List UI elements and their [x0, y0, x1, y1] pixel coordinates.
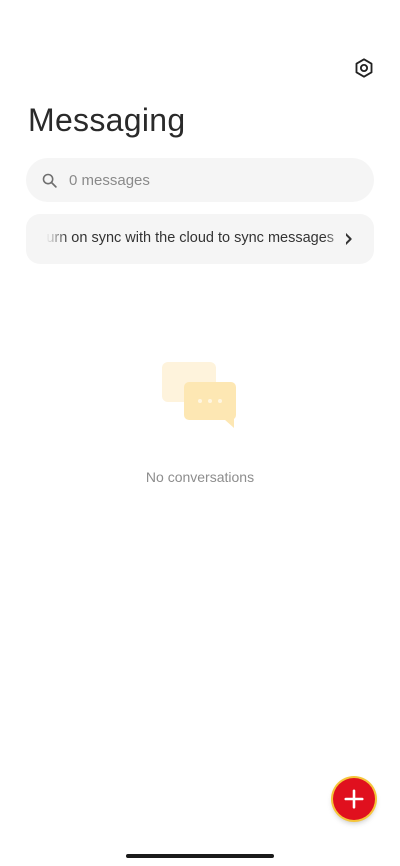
empty-state-text: No conversations — [145, 469, 255, 485]
home-indicator[interactable] — [126, 854, 274, 858]
sync-text-container: Turn on sync with the cloud to sync mess… — [46, 214, 346, 264]
plus-icon — [344, 789, 364, 809]
new-conversation-button[interactable] — [333, 778, 375, 820]
sync-banner-text: Turn on sync with the cloud to sync mess… — [46, 230, 335, 246]
settings-button[interactable] — [350, 54, 378, 82]
page-title: Messaging — [28, 102, 186, 138]
search-icon — [41, 171, 59, 189]
gear-icon — [355, 58, 373, 78]
search-input[interactable] — [69, 171, 349, 189]
messaging-screen: Messaging Turn on sync with the cloud to… — [0, 0, 400, 866]
search-bar[interactable] — [26, 158, 374, 202]
sync-banner[interactable]: Turn on sync with the cloud to sync mess… — [26, 214, 374, 264]
chat-bubbles-icon — [162, 362, 236, 428]
